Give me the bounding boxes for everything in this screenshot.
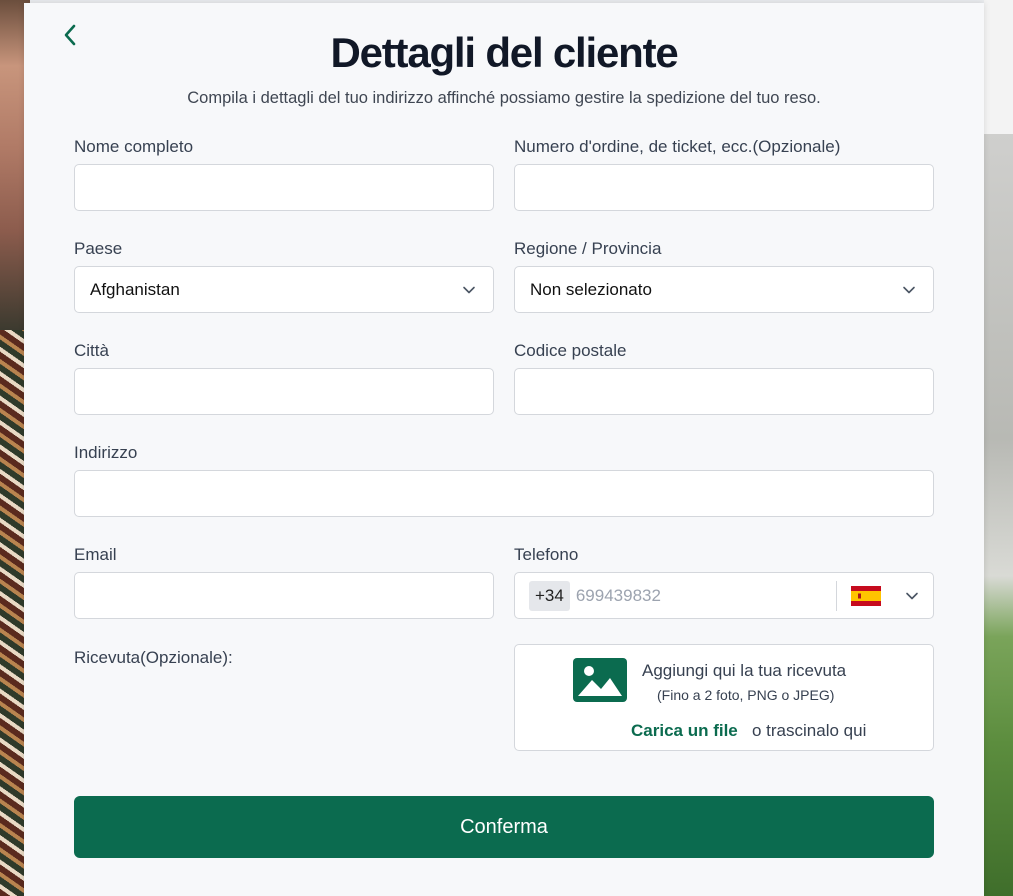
phone-prefix: +34 [529,580,570,611]
region-label: Regione / Provincia [514,239,662,258]
order-number-input[interactable] [514,164,934,211]
email-input[interactable] [74,572,494,619]
region-selected-value: Non selezionato [530,279,652,299]
background-photo-right [984,0,1013,896]
phone-field[interactable]: +34 699439832 [514,572,934,619]
spain-flag-icon[interactable] [851,585,881,606]
chevron-down-icon [903,286,915,293]
address-input[interactable] [74,470,934,517]
phone-divider [836,580,837,611]
phone-input[interactable]: 699439832 [576,586,836,606]
chevron-down-icon [463,286,475,293]
receipt-title: Aggiungi qui la tua ricevuta [642,661,847,680]
country-label: Paese [74,239,123,258]
address-label: Indirizzo [74,443,138,462]
customer-details-card: Dettagli del cliente Compila i dettagli … [24,3,984,896]
phone-label: Telefono [514,545,579,564]
postal-code-label: Codice postale [514,341,627,360]
chevron-down-icon[interactable] [905,589,919,603]
city-label: Città [74,341,109,360]
background-room [984,134,1013,896]
email-label: Email [74,545,117,564]
page-subtitle: Compila i dettagli del tuo indirizzo aff… [187,89,821,107]
receipt-dropzone[interactable]: Aggiungi qui la tua ricevuta (Fino a 2 f… [514,644,934,751]
postal-code-input[interactable] [514,368,934,415]
full-name-input[interactable] [74,164,494,211]
full-name-label: Nome completo [74,137,194,156]
order-number-label: Numero d'ordine, de ticket, ecc.(Opziona… [514,137,841,156]
upload-file-link[interactable]: Carica un file [631,721,738,741]
country-selected-value: Afghanistan [90,279,180,299]
page-title: Dettagli del cliente [330,29,678,76]
region-select[interactable]: Non selezionato [514,266,934,313]
country-select[interactable]: Afghanistan [74,266,494,313]
drag-text: o trascinalo qui [752,721,867,740]
receipt-label: Ricevuta(Opzionale): [74,648,233,667]
city-input[interactable] [74,368,494,415]
receipt-hint: (Fino a 2 foto, PNG o JPEG) [657,687,835,703]
confirm-button[interactable]: Conferma [74,796,934,858]
image-icon [573,658,627,702]
